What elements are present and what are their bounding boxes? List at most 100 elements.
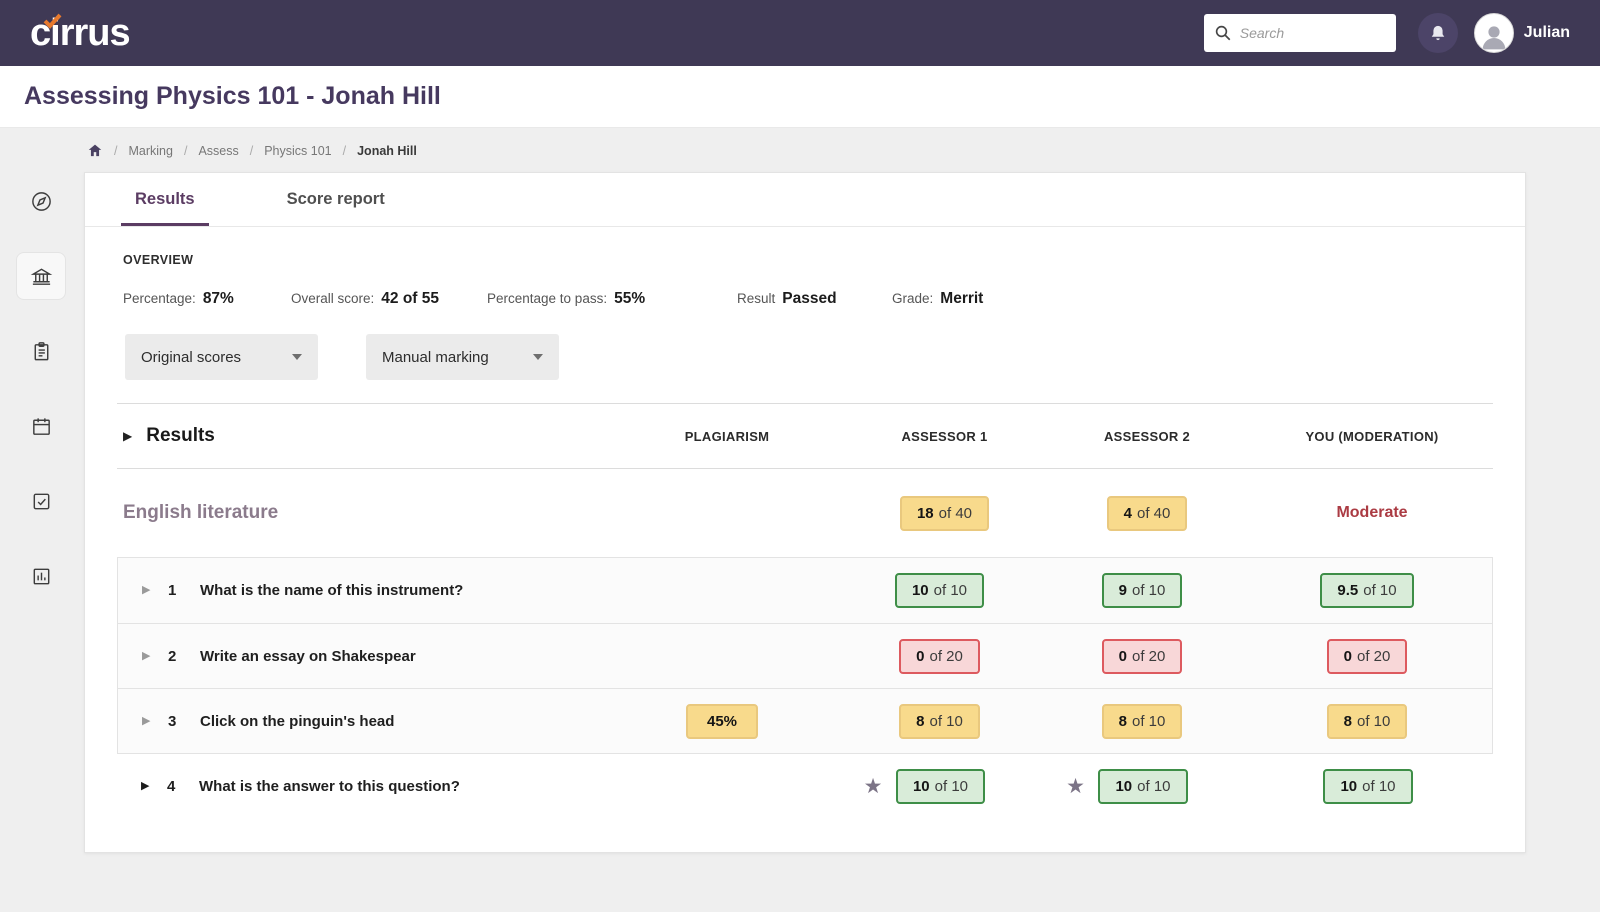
star-icon: ★ [863, 775, 883, 798]
breadcrumb-marking[interactable]: Marking [128, 144, 172, 158]
stat-value: Passed [782, 290, 837, 307]
breadcrumb-assess[interactable]: Assess [198, 144, 238, 158]
home-icon[interactable] [87, 143, 103, 158]
sidebar-item-explore[interactable] [17, 178, 65, 224]
moderation-cell: 10 of 10 [1243, 769, 1493, 804]
page-title: Assessing Physics 101 - Jonah Hill [24, 82, 441, 110]
bar-chart-icon [33, 568, 49, 584]
expand-triangle-icon[interactable]: ▶ [142, 585, 156, 596]
breadcrumb-separator: / [183, 143, 188, 158]
moderation-cell: 9.5 of 10 [1242, 573, 1492, 608]
check-square-icon [33, 493, 49, 509]
assessor-2-cell: 0 of 20 [1042, 638, 1242, 674]
user-menu[interactable]: Julian [1473, 13, 1570, 53]
stat-percentage: Percentage: 87% [123, 290, 291, 308]
plagiarism-badge[interactable]: 45% [686, 703, 758, 739]
score-badge[interactable]: 4 of 40 [1106, 495, 1188, 531]
score-badge[interactable]: 10 of 10 [1098, 769, 1188, 804]
breadcrumb-physics-101[interactable]: Physics 101 [264, 144, 331, 158]
scores-dropdown[interactable]: Original scores [125, 334, 318, 380]
score-badge[interactable]: 8 of 10 [899, 703, 980, 739]
moderate-link[interactable]: Moderate [1336, 504, 1407, 522]
user-name: Julian [1523, 24, 1570, 41]
page-title-bar: Assessing Physics 101 - Jonah Hill [0, 66, 1600, 128]
marking-dropdown[interactable]: Manual marking [366, 334, 559, 380]
score-badge[interactable]: 10 of 10 [894, 573, 985, 608]
score-badge[interactable]: 0 of 20 [1101, 638, 1183, 674]
search-box [1203, 14, 1396, 52]
breadcrumb-jonah-hill: Jonah Hill [357, 143, 417, 158]
column-header-plagiarism: PLAGIARISM [684, 428, 770, 444]
score-badge[interactable]: 18 of 40 [899, 495, 990, 531]
stat-value: 42 of 55 [381, 290, 440, 307]
breadcrumb-separator: / [249, 143, 254, 158]
stat-value: Merrit [940, 290, 984, 307]
score-badge[interactable]: 0 of 20 [899, 638, 980, 674]
expand-triangle-icon[interactable]: ▶ [142, 715, 156, 727]
results-section-title: Results [146, 425, 215, 446]
assessor-2-cell: ★ 10 of 10 [1043, 769, 1243, 804]
expand-triangle-icon[interactable]: ▶ [142, 650, 156, 662]
score-badge[interactable]: 8 of 10 [1101, 703, 1183, 739]
question-number: 2 [168, 647, 177, 665]
score-badge[interactable]: 8 of 10 [1326, 703, 1408, 739]
sidebar-item-schedule[interactable] [17, 403, 65, 449]
assessor-1-cell: ★ 10 of 10 [838, 769, 1043, 804]
stat-result: Result Passed [737, 290, 892, 308]
question-number: 4 [167, 778, 176, 795]
scores-dropdown-value: Original scores [141, 348, 242, 366]
assessor-1-cell: 0 of 20 [837, 638, 1042, 674]
moderation-cell: 0 of 20 [1242, 638, 1492, 674]
overview-section: OVERVIEW Percentage: 87% Overall score: … [85, 227, 1525, 308]
results-card: Results Score report OVERVIEW Percentage… [84, 172, 1526, 853]
bell-icon [1431, 25, 1445, 41]
table-row[interactable]: ▶ 1 What is the name of this instrument?… [118, 558, 1492, 623]
sidebar-item-institution[interactable] [17, 253, 65, 299]
assessor-2-cell: 9 of 10 [1042, 573, 1242, 608]
tab-score-report[interactable]: Score report [273, 173, 399, 226]
overview-stats: Percentage: 87% Overall score: 42 of 55 … [123, 290, 1493, 308]
stat-percentage-to-pass: Percentage to pass: 55% [487, 290, 737, 308]
results-table-header: ▶ Results PLAGIARISM ASSESSOR 1 ASSESSOR… [85, 404, 1525, 468]
question-number: 1 [168, 582, 177, 599]
assessor-2-cell: 8 of 10 [1042, 703, 1242, 739]
star-icon: ★ [1066, 775, 1085, 798]
sidebar-item-reports[interactable] [17, 553, 65, 599]
search-input[interactable] [1239, 25, 1380, 41]
table-row[interactable]: ▶ 3 Click on the pinguin's head 45% 8 of … [118, 688, 1492, 753]
table-row[interactable]: ▶ 2 Write an essay on Shakespear 0 of 20 … [118, 623, 1492, 688]
sidebar-item-assessments[interactable] [17, 328, 65, 374]
assessor-1-cell: 10 of 10 [837, 573, 1042, 608]
results-section-toggle[interactable]: ▶ Results [123, 425, 612, 447]
question-title: Click on the pinguin's head [200, 712, 395, 730]
column-header-assessor-1: ASSESSOR 1 [901, 428, 988, 444]
screen: cirrus Julian [0, 0, 1600, 912]
expand-triangle-icon[interactable]: ▶ [141, 781, 155, 792]
compass-icon [31, 191, 51, 211]
plagiarism-cell: 45% [607, 703, 837, 739]
score-badge[interactable]: 10 of 10 [1323, 769, 1413, 804]
sidebar [16, 178, 66, 599]
cirrus-logo[interactable]: cirrus [30, 13, 131, 52]
marking-dropdown-value: Manual marking [382, 348, 489, 366]
avatar [1473, 13, 1514, 53]
tab-results[interactable]: Results [121, 173, 209, 226]
breadcrumb-separator: / [114, 143, 118, 158]
notifications-button[interactable] [1417, 13, 1458, 53]
score-badge[interactable]: 0 of 20 [1326, 638, 1408, 674]
stat-overall-score: Overall score: 42 of 55 [291, 290, 487, 308]
stat-value: 87% [202, 290, 234, 307]
expand-triangle-icon[interactable]: ▶ [123, 430, 132, 442]
tab-bar: Results Score report [85, 173, 1525, 227]
assessor-1-cell: 8 of 10 [837, 703, 1042, 739]
sidebar-item-marking[interactable] [17, 478, 65, 524]
question-title: Write an essay on Shakespear [200, 647, 416, 665]
stat-label: Overall score: [291, 291, 375, 306]
score-badge[interactable]: 9.5 of 10 [1320, 573, 1414, 608]
table-row[interactable]: ▶ 4 What is the answer to this question?… [117, 754, 1493, 819]
group-moderation-cell: Moderate [1247, 504, 1497, 522]
score-badge[interactable]: 9 of 10 [1101, 573, 1183, 608]
chevron-down-icon [533, 354, 543, 360]
score-badge[interactable]: 10 of 10 [895, 769, 986, 804]
question-title: What is the answer to this question? [199, 778, 460, 795]
